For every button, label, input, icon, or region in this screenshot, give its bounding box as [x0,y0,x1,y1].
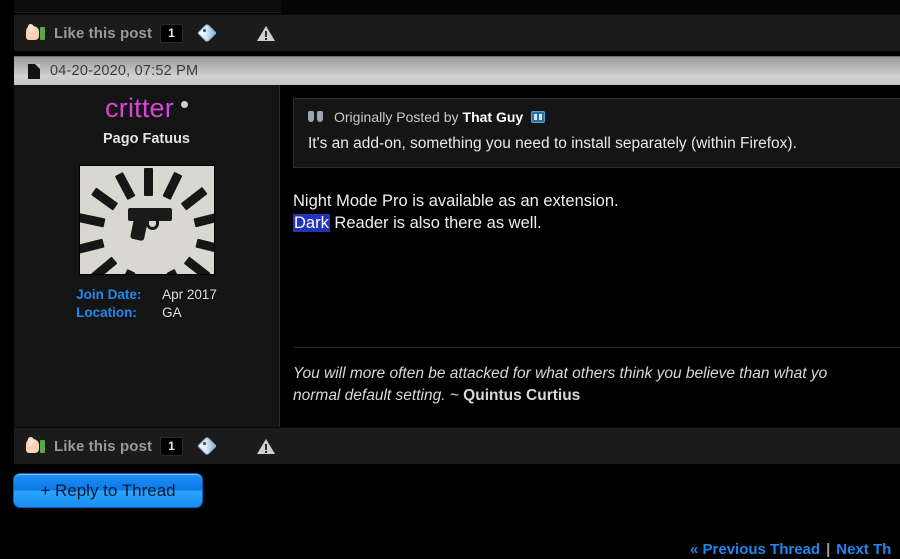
like-count-badge: 1 [160,436,183,456]
quotation-marks-icon [308,110,325,124]
forum-post-page: Like this post 1 04-20-2020, 07:52 PM cr… [0,0,900,559]
thread-nav-separator: | [826,541,831,558]
thread-navigation: « Previous Thread | Next Th [690,541,900,558]
user-info-panel: critter Pago Fatuus Join Date: Apr 2017 … [14,85,280,427]
signature-line-1: You will more often be attacked for what… [293,365,828,382]
post-date-bar: 04-20-2020, 07:52 PM [14,56,900,85]
post-body-line-2: Dark Reader is also there as well. [293,212,900,234]
view-post-icon[interactable] [531,111,546,123]
report-warning-icon[interactable] [256,438,275,454]
like-this-post-label[interactable]: Like this post [54,25,152,42]
user-stat-row: Join Date: Apr 2017 [76,287,217,302]
tag-icon[interactable] [196,436,217,456]
username[interactable]: critter [105,93,174,124]
like-bar-top: Like this post 1 [14,14,900,52]
location-value: GA [162,305,182,320]
next-thread-link[interactable]: Next Th [836,541,891,558]
post-date: 04-20-2020, 07:52 PM [50,63,199,79]
avatar[interactable] [78,165,215,275]
reply-to-thread-button[interactable]: + Reply to Thread [13,473,203,508]
quote-text: It's an add-on, something you need to in… [308,135,797,152]
post-container: critter Pago Fatuus Join Date: Apr 2017 … [14,85,900,427]
quote-prefix-label: Originally Posted by [334,109,459,125]
previous-thread-link[interactable]: « Previous Thread [690,541,820,558]
quote-author[interactable]: That Guy [463,109,524,125]
like-this-post-label[interactable]: Like this post [54,438,152,455]
signature-line-2-text: normal default setting. ~ [293,387,464,405]
tag-icon[interactable] [196,23,217,43]
user-stat-row: Location: GA [76,305,217,320]
signature-divider [293,347,900,348]
selected-text-highlight: Dark [293,214,330,233]
join-date-label: Join Date: [76,287,142,302]
user-title: Pago Fatuus [102,131,190,147]
signature-line-2: normal default setting. ~ Quintus Curtiu… [293,385,900,407]
post-message-column: Originally Posted by That Guy It's an ad… [281,85,900,427]
above-post-sliver-right [281,0,900,13]
join-date-value: Apr 2017 [162,287,217,302]
thumbs-up-icon[interactable] [26,436,46,455]
user-signature: You will more often be attacked for what… [293,363,900,408]
like-count-badge: 1 [160,23,183,43]
post-body-text: Night Mode Pro is available as an extens… [293,190,900,235]
report-warning-icon[interactable] [256,25,275,41]
online-status-dot [180,101,188,108]
location-label: Location: [76,305,137,320]
quote-block: Originally Posted by That Guy It's an ad… [293,98,900,168]
post-body-line-2-rest: Reader is also there as well. [329,214,542,233]
like-bar-bottom: Like this post 1 [14,427,900,465]
thumbs-up-icon[interactable] [26,23,46,42]
post-body-line-1: Night Mode Pro is available as an extens… [293,191,619,210]
user-stats: Join Date: Apr 2017 Location: GA [76,287,217,323]
post-page-icon[interactable] [28,63,40,79]
signature-author: Quintus Curtius [463,387,581,405]
quote-header: Originally Posted by That Guy [308,109,900,125]
above-post-sliver [14,0,281,13]
